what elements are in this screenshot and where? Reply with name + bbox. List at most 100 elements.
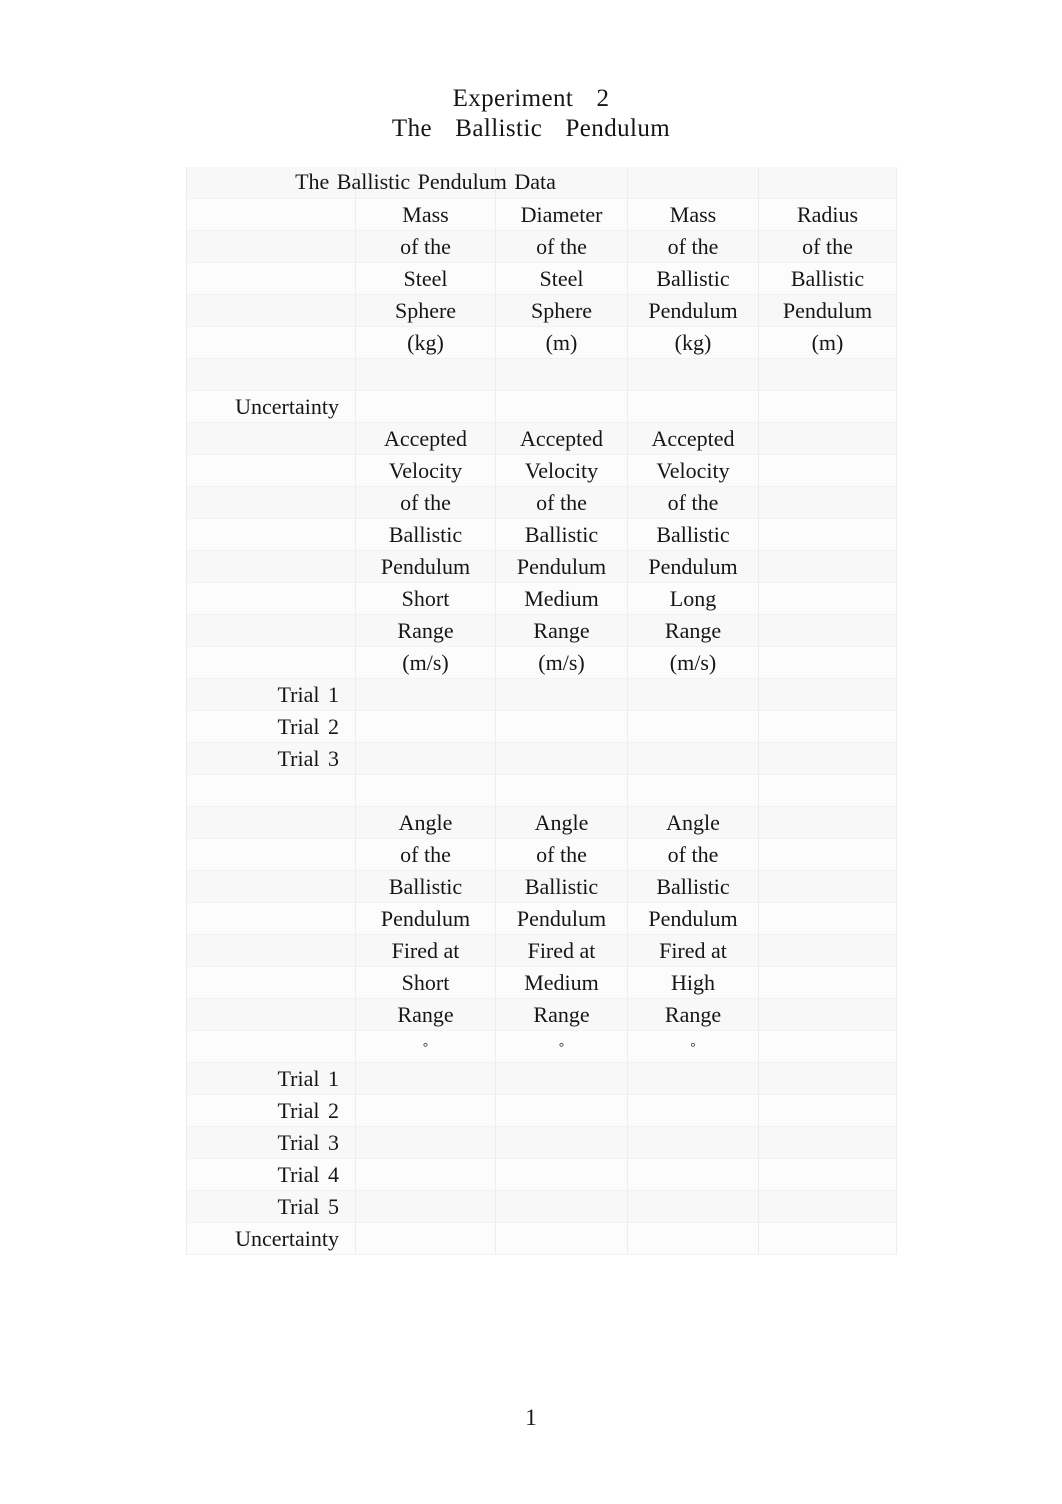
header-unit-s2-c3[interactable]: (m/s): [627, 646, 759, 679]
table-row[interactable]: Velocity Velocity Velocity: [186, 454, 897, 487]
value-s2-t3-c3[interactable]: [627, 742, 759, 775]
value-s3-t1-c1[interactable]: [355, 1062, 496, 1095]
table-row[interactable]: The Ballistic Pendulum Data: [186, 167, 897, 199]
cell-e28[interactable]: [758, 1030, 897, 1063]
value-s3-t3-c1[interactable]: [355, 1126, 496, 1159]
table-row[interactable]: Trial 4: [186, 1158, 897, 1191]
row-label-s3-trial-3[interactable]: Trial 3: [186, 1126, 356, 1159]
table-row[interactable]: Trial 3: [186, 742, 897, 775]
row-label-s3-trial-4[interactable]: Trial 4: [186, 1158, 356, 1191]
header-s3-r3-c2[interactable]: Ballistic: [495, 870, 628, 903]
table-row[interactable]: Trial 2: [186, 1094, 897, 1127]
table-row[interactable]: Ballistic Ballistic Ballistic: [186, 870, 897, 903]
cell-a28[interactable]: [186, 1030, 356, 1063]
table-row[interactable]: ° ° °: [186, 1030, 897, 1063]
header-degree-unit-c2[interactable]: °: [495, 1030, 628, 1063]
header-s3-r4-c2[interactable]: Pendulum: [495, 902, 628, 935]
table-row[interactable]: Trial 1: [186, 1062, 897, 1095]
cell-d1[interactable]: [627, 167, 759, 199]
row-label-uncertainty-s3[interactable]: Uncertainty: [186, 1222, 356, 1255]
cell-a24[interactable]: [186, 902, 356, 935]
header-s3-r7-c3[interactable]: Range: [627, 998, 759, 1031]
table-row[interactable]: Trial 1: [186, 678, 897, 711]
cell-a26[interactable]: [186, 966, 356, 999]
table-row[interactable]: Trial 2: [186, 710, 897, 743]
header-s3-r3-c3[interactable]: Ballistic: [627, 870, 759, 903]
table-row[interactable]: Sphere Sphere Pendulum Pendulum: [186, 294, 897, 327]
value-s3-t5-c4[interactable]: [758, 1190, 897, 1223]
value-s1-c3[interactable]: [627, 358, 759, 391]
table-row[interactable]: Short Medium Long: [186, 582, 897, 615]
cell-a16[interactable]: [186, 646, 356, 679]
header-s1-r3-c3[interactable]: Ballistic: [627, 262, 759, 295]
table-row[interactable]: Steel Steel Ballistic Ballistic: [186, 262, 897, 295]
value-s1-c1[interactable]: [355, 358, 496, 391]
header-s2-r7-c3[interactable]: Range: [627, 614, 759, 647]
table-row[interactable]: Range Range Range: [186, 998, 897, 1031]
value-s3-t1-c3[interactable]: [627, 1062, 759, 1095]
header-s3-r7-c2[interactable]: Range: [495, 998, 628, 1031]
cell-a21[interactable]: [186, 806, 356, 839]
header-s3-r5-c3[interactable]: Fired at: [627, 934, 759, 967]
table-row[interactable]: Range Range Range: [186, 614, 897, 647]
table-row[interactable]: [186, 774, 897, 807]
cell-d20[interactable]: [627, 774, 759, 807]
cell-e16[interactable]: [758, 646, 897, 679]
table-row[interactable]: Pendulum Pendulum Pendulum: [186, 902, 897, 935]
header-s1-r2-c4[interactable]: of the: [758, 230, 897, 263]
cell-a22[interactable]: [186, 838, 356, 871]
header-s2-r2-c1[interactable]: Velocity: [355, 454, 496, 487]
header-s2-r3-c1[interactable]: of the: [355, 486, 496, 519]
value-s3-t2-c3[interactable]: [627, 1094, 759, 1127]
header-s3-r2-c2[interactable]: of the: [495, 838, 628, 871]
header-s3-r1-c1[interactable]: Angle: [355, 806, 496, 839]
uncertainty-s3-c1[interactable]: [355, 1222, 496, 1255]
table-row[interactable]: (m/s) (m/s) (m/s): [186, 646, 897, 679]
table-row[interactable]: Mass Diameter Mass Radius: [186, 198, 897, 231]
header-s1-r3-c1[interactable]: Steel: [355, 262, 496, 295]
value-s3-t3-c4[interactable]: [758, 1126, 897, 1159]
header-s3-r2-c1[interactable]: of the: [355, 838, 496, 871]
cell-a14[interactable]: [186, 582, 356, 615]
cell-a13[interactable]: [186, 550, 356, 583]
row-label-s2-trial-2[interactable]: Trial 2: [186, 710, 356, 743]
cell-c20[interactable]: [495, 774, 628, 807]
cell-a15[interactable]: [186, 614, 356, 647]
cell-e22[interactable]: [758, 838, 897, 871]
header-s2-r5-c2[interactable]: Pendulum: [495, 550, 628, 583]
value-s3-t4-c4[interactable]: [758, 1158, 897, 1191]
header-s3-range-high[interactable]: High: [627, 966, 759, 999]
table-row[interactable]: Pendulum Pendulum Pendulum: [186, 550, 897, 583]
value-s2-t2-c2[interactable]: [495, 710, 628, 743]
header-radius-ballistic-pendulum[interactable]: Radius: [758, 198, 897, 231]
value-s3-t2-c1[interactable]: [355, 1094, 496, 1127]
value-s2-t1-c4[interactable]: [758, 678, 897, 711]
cell-e21[interactable]: [758, 806, 897, 839]
table-row[interactable]: Trial 5: [186, 1190, 897, 1223]
header-s2-r1-c2[interactable]: Accepted: [495, 422, 628, 455]
header-diameter-steel-sphere[interactable]: Diameter: [495, 198, 628, 231]
uncertainty-s1-c2[interactable]: [495, 390, 628, 423]
value-s3-t5-c1[interactable]: [355, 1190, 496, 1223]
header-s3-range-short[interactable]: Short: [355, 966, 496, 999]
value-s3-t4-c3[interactable]: [627, 1158, 759, 1191]
row-label-s2-trial-1[interactable]: Trial 1: [186, 678, 356, 711]
cell-e10[interactable]: [758, 454, 897, 487]
table-row[interactable]: Short Medium High: [186, 966, 897, 999]
cell-e12[interactable]: [758, 518, 897, 551]
cell-a27[interactable]: [186, 998, 356, 1031]
table-row[interactable]: Angle Angle Angle: [186, 806, 897, 839]
header-s2-r5-c3[interactable]: Pendulum: [627, 550, 759, 583]
header-s3-r4-c3[interactable]: Pendulum: [627, 902, 759, 935]
uncertainty-s1-c3[interactable]: [627, 390, 759, 423]
header-s1-r4-c4[interactable]: Pendulum: [758, 294, 897, 327]
header-s3-r7-c1[interactable]: Range: [355, 998, 496, 1031]
row-label-s3-trial-1[interactable]: Trial 1: [186, 1062, 356, 1095]
cell-a6[interactable]: [186, 326, 356, 359]
value-s3-t3-c2[interactable]: [495, 1126, 628, 1159]
value-s2-t3-c2[interactable]: [495, 742, 628, 775]
header-s2-r2-c3[interactable]: Velocity: [627, 454, 759, 487]
cell-b20[interactable]: [355, 774, 496, 807]
header-s2-r4-c3[interactable]: Ballistic: [627, 518, 759, 551]
value-s2-t2-c3[interactable]: [627, 710, 759, 743]
